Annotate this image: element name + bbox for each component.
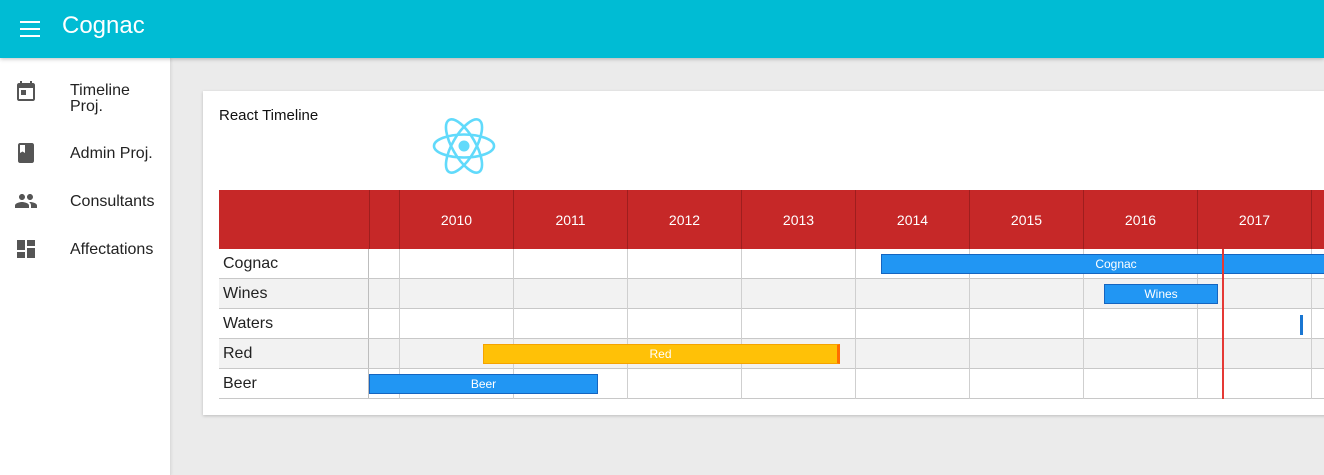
row-label: Red [219, 339, 369, 368]
nav-item-consultants[interactable]: Consultants [0, 177, 170, 225]
card-title: React Timeline [219, 107, 319, 124]
row-label: Cognac [219, 249, 369, 278]
timeline-header: 2010 2011 2012 2013 2014 2015 2016 2017 [219, 190, 1324, 249]
timeline-row: Waters [219, 309, 1324, 339]
react-logo-icon [432, 118, 496, 174]
grid-line [627, 249, 628, 399]
nav-item-timeline-proj[interactable]: Timeline Proj. [0, 68, 170, 116]
timeline-item-bar[interactable]: Red [483, 344, 840, 364]
year-header: 2017 [1197, 190, 1311, 249]
timeline-card: React Timeline 2010 2011 2012 2013 2014 … [203, 91, 1324, 415]
app-bar: Cognac [0, 0, 1324, 58]
dashboard-icon [17, 240, 35, 258]
nav-drawer: Timeline Proj. Admin Proj. Consultants A… [0, 58, 171, 475]
year-header: 2015 [969, 190, 1083, 249]
year-header: 2010 [399, 190, 513, 249]
book-icon [18, 143, 34, 163]
current-date-line [1222, 249, 1224, 399]
grid-line [855, 249, 856, 399]
nav-item-affectations[interactable]: Affectations [0, 225, 170, 273]
year-header: 2016 [1083, 190, 1197, 249]
nav-item-label: Timeline Proj. [70, 82, 130, 115]
nav-item-label: Admin Proj. [70, 145, 153, 162]
row-label: Wines [219, 279, 369, 308]
timeline: 2010 2011 2012 2013 2014 2015 2016 2017 … [219, 190, 1324, 400]
grid-line [741, 249, 742, 399]
nav-item-label: Affectations [70, 241, 154, 258]
people-icon [15, 194, 37, 208]
year-header: 2011 [513, 190, 627, 249]
year-header: 2014 [855, 190, 969, 249]
menu-button[interactable] [14, 13, 46, 45]
timeline-item-bar[interactable]: Wines [1104, 284, 1218, 304]
app-title: Cognac [62, 12, 145, 39]
timeline-item-bar[interactable]: Beer [369, 374, 598, 394]
timeline-item-bar[interactable]: Cognac [881, 254, 1324, 274]
year-header: 2013 [741, 190, 855, 249]
header-cell-trailing [1311, 190, 1324, 249]
year-header: 2012 [627, 190, 741, 249]
nav-item-label: Consultants [70, 193, 155, 210]
row-label: Waters [219, 309, 369, 338]
timeline-item-marker[interactable] [1300, 315, 1303, 335]
header-cell-leading [369, 190, 399, 249]
nav-item-admin-proj[interactable]: Admin Proj. [0, 129, 170, 177]
calendar-icon [17, 81, 35, 101]
row-label: Beer [219, 369, 369, 398]
menu-icon [20, 21, 40, 37]
